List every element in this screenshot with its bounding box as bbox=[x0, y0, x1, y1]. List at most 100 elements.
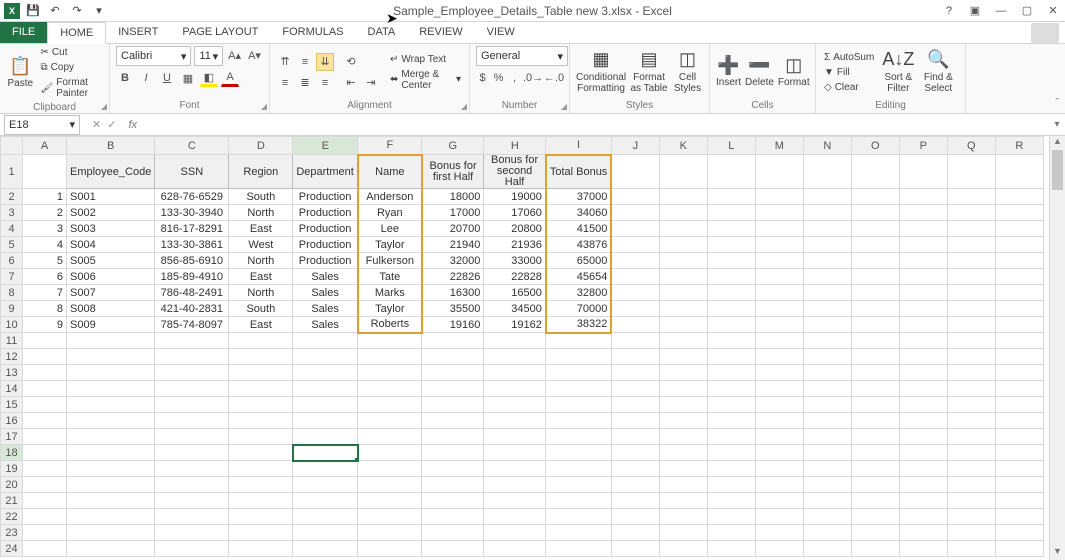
cell[interactable] bbox=[659, 493, 707, 509]
cell[interactable] bbox=[358, 525, 422, 541]
cell[interactable]: S004 bbox=[67, 237, 155, 253]
cell[interactable] bbox=[899, 365, 947, 381]
account-icon[interactable] bbox=[1031, 23, 1059, 43]
cell[interactable] bbox=[755, 155, 803, 189]
cell[interactable] bbox=[293, 429, 358, 445]
cell[interactable] bbox=[293, 365, 358, 381]
cell[interactable] bbox=[67, 429, 155, 445]
cell[interactable] bbox=[755, 205, 803, 221]
cell[interactable] bbox=[659, 397, 707, 413]
column-header[interactable]: H bbox=[484, 137, 546, 155]
cell[interactable] bbox=[851, 365, 899, 381]
cell[interactable] bbox=[995, 349, 1043, 365]
cell[interactable] bbox=[293, 461, 358, 477]
cell[interactable] bbox=[755, 237, 803, 253]
cell[interactable] bbox=[422, 509, 484, 525]
cell[interactable] bbox=[803, 541, 851, 557]
cell[interactable] bbox=[229, 397, 293, 413]
cell[interactable] bbox=[755, 365, 803, 381]
cell[interactable]: 43876 bbox=[546, 237, 611, 253]
cell[interactable] bbox=[358, 381, 422, 397]
cell[interactable] bbox=[803, 349, 851, 365]
increase-indent-icon[interactable]: ⇥ bbox=[362, 74, 380, 92]
cell[interactable] bbox=[947, 541, 995, 557]
cell[interactable] bbox=[23, 493, 67, 509]
cell[interactable] bbox=[803, 429, 851, 445]
cell[interactable] bbox=[546, 381, 611, 397]
cell[interactable] bbox=[851, 349, 899, 365]
cell[interactable]: Bonus for first Half bbox=[422, 155, 484, 189]
cell[interactable] bbox=[947, 301, 995, 317]
cell[interactable] bbox=[755, 189, 803, 205]
cell[interactable] bbox=[67, 349, 155, 365]
cell[interactable]: Fulkerson bbox=[358, 253, 422, 269]
cell[interactable]: S007 bbox=[67, 285, 155, 301]
tab-view[interactable]: VIEW bbox=[475, 21, 527, 43]
row-header[interactable]: 10 bbox=[1, 317, 23, 333]
cell[interactable]: Taylor bbox=[358, 237, 422, 253]
cell[interactable] bbox=[659, 253, 707, 269]
cell[interactable] bbox=[67, 445, 155, 461]
cell[interactable]: 2 bbox=[23, 205, 67, 221]
cell[interactable] bbox=[995, 541, 1043, 557]
cell[interactable]: 1 bbox=[23, 189, 67, 205]
cell[interactable]: North bbox=[229, 285, 293, 301]
cell[interactable] bbox=[851, 493, 899, 509]
cell[interactable] bbox=[707, 301, 755, 317]
cell[interactable] bbox=[67, 413, 155, 429]
cell[interactable]: S006 bbox=[67, 269, 155, 285]
cell[interactable] bbox=[707, 349, 755, 365]
cell[interactable] bbox=[803, 189, 851, 205]
cell[interactable] bbox=[229, 477, 293, 493]
cell[interactable] bbox=[67, 365, 155, 381]
cell[interactable] bbox=[484, 493, 546, 509]
cell[interactable] bbox=[611, 189, 659, 205]
cell[interactable] bbox=[659, 525, 707, 541]
sort-filter-button[interactable]: A↓ZSort & Filter bbox=[880, 47, 916, 97]
cell[interactable] bbox=[755, 221, 803, 237]
cell[interactable] bbox=[851, 477, 899, 493]
cell[interactable]: 33000 bbox=[484, 253, 546, 269]
cell[interactable] bbox=[611, 461, 659, 477]
cell[interactable] bbox=[947, 333, 995, 349]
cell[interactable]: 21936 bbox=[484, 237, 546, 253]
cell[interactable]: 5 bbox=[23, 253, 67, 269]
cell[interactable] bbox=[899, 269, 947, 285]
name-box[interactable]: E18▾ bbox=[4, 115, 80, 135]
cell[interactable]: Production bbox=[293, 205, 358, 221]
cell[interactable]: 34060 bbox=[546, 205, 611, 221]
cell[interactable]: Taylor bbox=[358, 301, 422, 317]
cell[interactable] bbox=[422, 445, 484, 461]
cell[interactable]: 133-30-3861 bbox=[155, 237, 229, 253]
cell[interactable] bbox=[293, 333, 358, 349]
cell[interactable] bbox=[899, 205, 947, 221]
enter-formula-icon[interactable]: ✓ bbox=[107, 118, 116, 131]
cell[interactable] bbox=[995, 493, 1043, 509]
cell[interactable] bbox=[995, 189, 1043, 205]
cell[interactable] bbox=[23, 429, 67, 445]
cell[interactable] bbox=[611, 493, 659, 509]
cell[interactable] bbox=[995, 237, 1043, 253]
cell[interactable] bbox=[803, 413, 851, 429]
cell[interactable] bbox=[899, 445, 947, 461]
cell[interactable] bbox=[611, 381, 659, 397]
cell[interactable] bbox=[995, 205, 1043, 221]
cell[interactable] bbox=[23, 397, 67, 413]
percent-icon[interactable]: % bbox=[492, 69, 505, 87]
cell[interactable] bbox=[707, 221, 755, 237]
cell[interactable] bbox=[659, 413, 707, 429]
cell[interactable] bbox=[422, 525, 484, 541]
format-cells-button[interactable]: ◫Format bbox=[778, 47, 810, 97]
cell[interactable] bbox=[707, 461, 755, 477]
column-header[interactable]: L bbox=[707, 137, 755, 155]
cell[interactable] bbox=[755, 285, 803, 301]
cell[interactable] bbox=[155, 493, 229, 509]
cell[interactable] bbox=[546, 525, 611, 541]
cell[interactable]: 9 bbox=[23, 317, 67, 333]
vertical-scrollbar[interactable]: ▲ ▼ bbox=[1049, 136, 1065, 560]
cell[interactable] bbox=[803, 333, 851, 349]
row-header[interactable]: 2 bbox=[1, 189, 23, 205]
cell[interactable] bbox=[659, 541, 707, 557]
cell[interactable] bbox=[851, 253, 899, 269]
cell[interactable]: Bonus for second Half bbox=[484, 155, 546, 189]
